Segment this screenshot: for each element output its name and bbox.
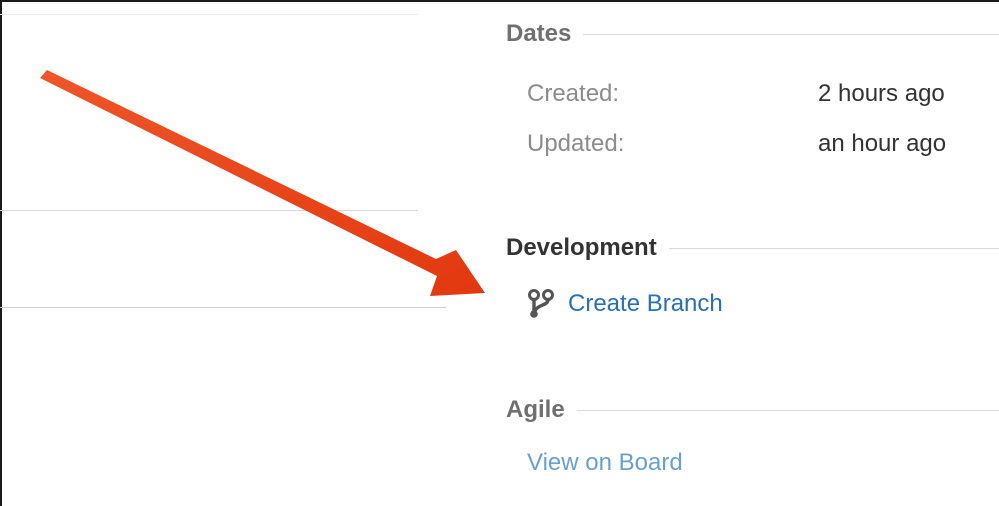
branch-icon	[527, 289, 555, 319]
created-value: 2 hours ago	[818, 80, 945, 107]
agile-section-title: Agile	[506, 396, 565, 423]
left-panel-divider	[0, 307, 446, 308]
created-label: Created:	[527, 80, 620, 107]
left-panel-divider	[0, 14, 418, 15]
updated-label: Updated:	[527, 130, 625, 157]
create-branch-link[interactable]: Create Branch	[527, 289, 723, 319]
development-section-title: Development	[506, 234, 657, 261]
section-divider	[668, 247, 999, 249]
view-on-board-link[interactable]: View on Board	[527, 449, 683, 477]
updated-value: an hour ago	[818, 130, 947, 157]
development-section-header: Development	[506, 234, 999, 262]
section-divider	[576, 409, 999, 411]
agile-section-header: Agile	[506, 396, 999, 424]
section-divider	[583, 33, 999, 35]
dates-section-header: Dates	[506, 20, 999, 48]
dates-section-title: Dates	[506, 20, 572, 47]
left-panel-divider	[0, 210, 418, 211]
create-branch-label[interactable]: Create Branch	[568, 290, 723, 318]
